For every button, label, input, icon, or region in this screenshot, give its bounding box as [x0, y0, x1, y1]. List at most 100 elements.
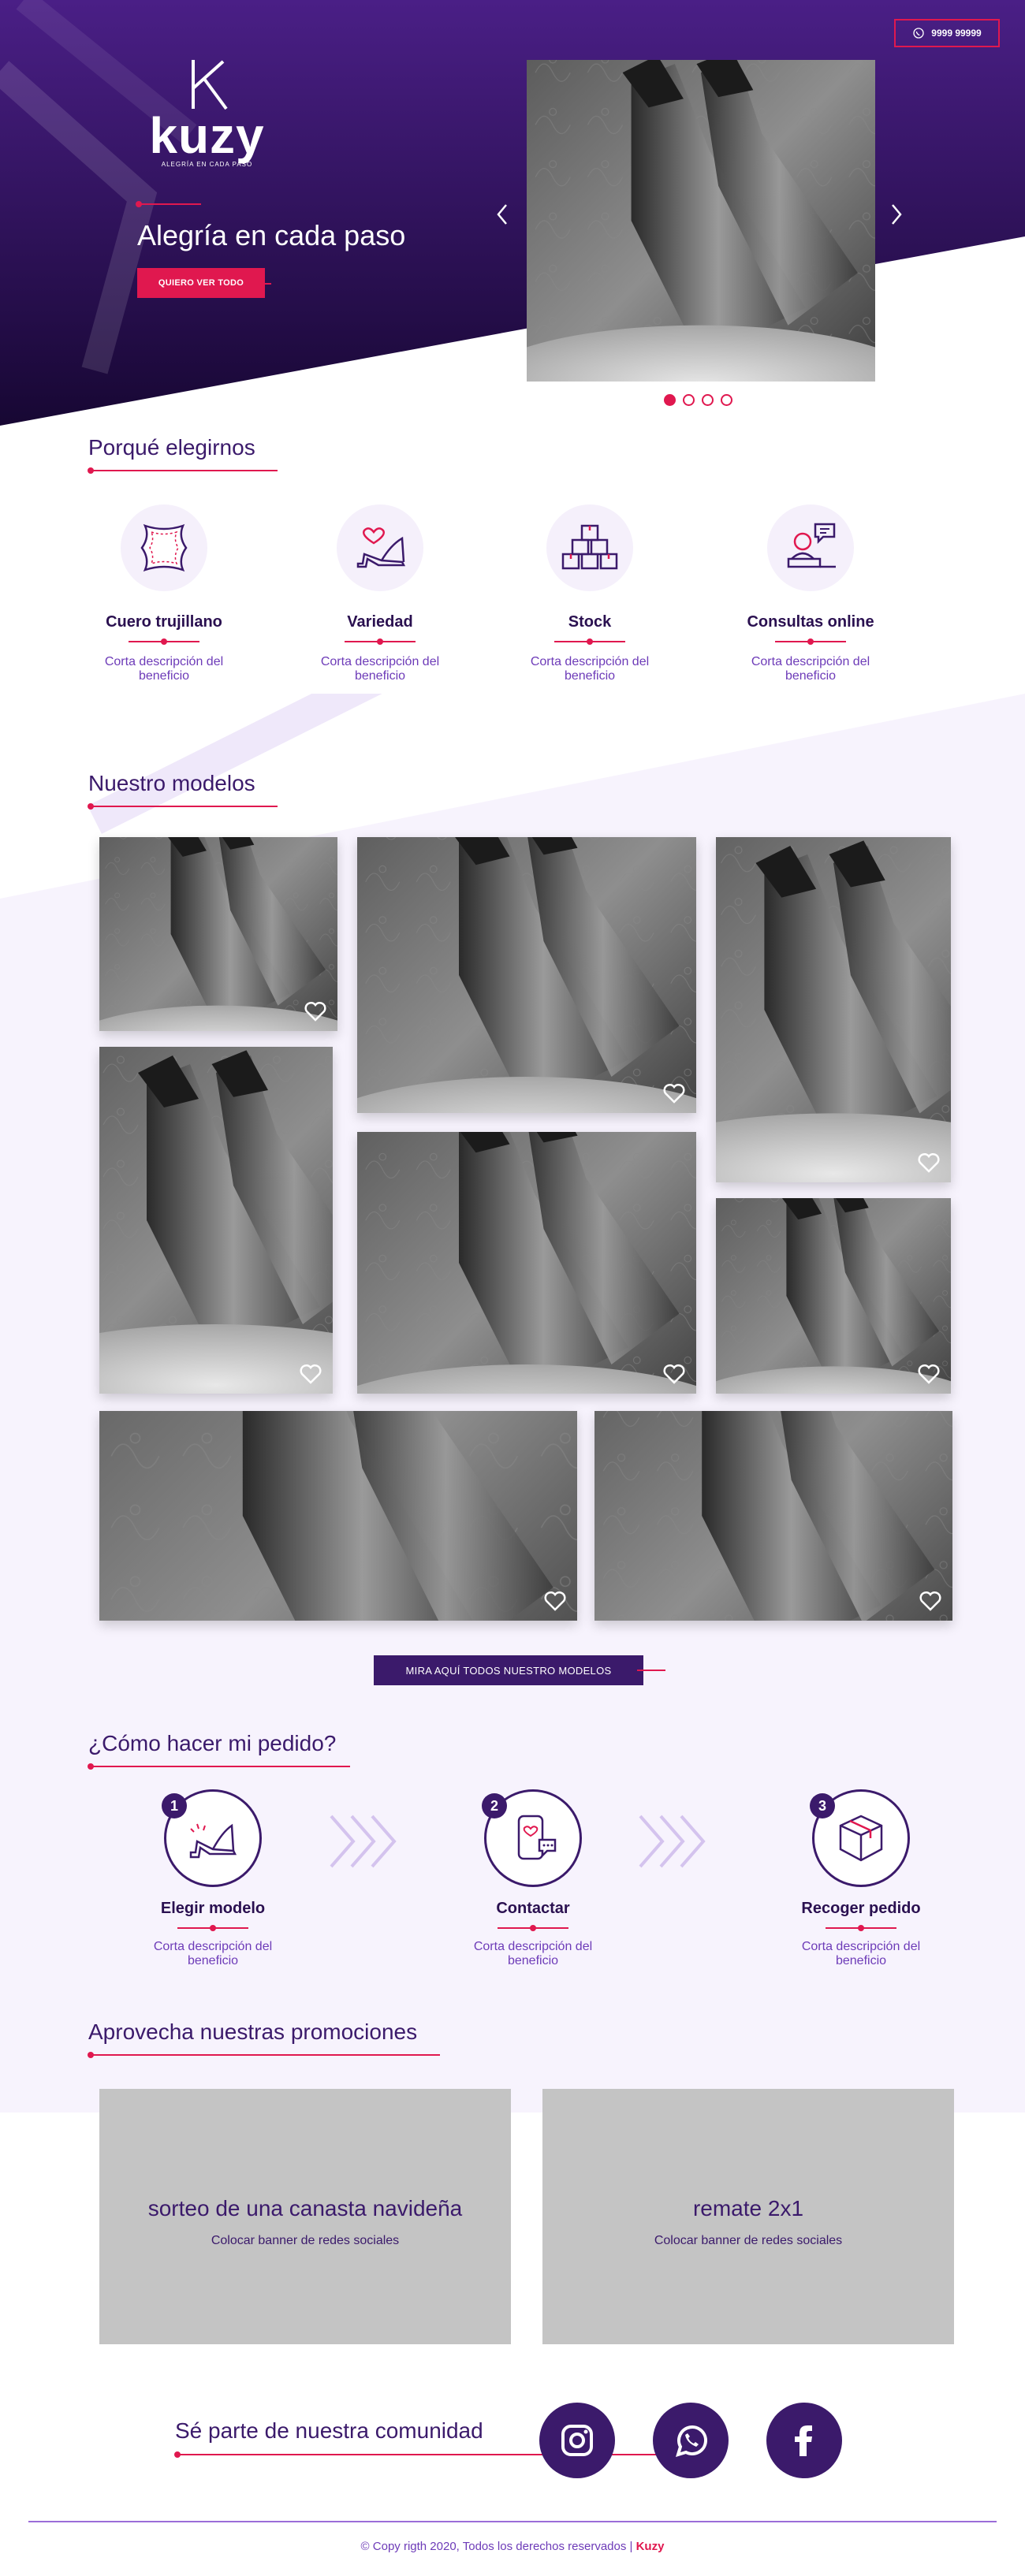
- benefit-stock: Stock Corta descripción del beneficio: [495, 504, 684, 683]
- facebook-icon: [795, 2425, 812, 2456]
- model-photo: [594, 1411, 952, 1621]
- model-photo: [99, 1411, 577, 1621]
- heart-icon[interactable]: [663, 1364, 685, 1384]
- step-divider: [826, 1925, 896, 1931]
- leather-icon: [140, 523, 188, 572]
- benefit-name: Variedad: [347, 613, 413, 631]
- step-number: 3: [810, 1793, 835, 1818]
- copyright-text: © Copy rigth 2020, Todos los derechos re…: [360, 2540, 633, 2553]
- benefit-desc: Corta descripción del beneficio: [530, 655, 650, 683]
- hero-accent-line: [136, 201, 201, 207]
- promos-title-line: [88, 2052, 440, 2058]
- heart-icon[interactable]: [544, 1591, 566, 1611]
- boxes-icon: [561, 524, 618, 570]
- instagram-icon: [561, 2425, 593, 2456]
- step-desc: Corta descripción del beneficio: [153, 1940, 273, 1967]
- model-tile-2[interactable]: [357, 837, 696, 1113]
- heart-icon[interactable]: [918, 1152, 940, 1173]
- step-number: 2: [482, 1793, 507, 1818]
- logo-brand: kuzy: [149, 107, 265, 164]
- brand-logo[interactable]: kuzy ALEGRÍA EN CADA PASO: [138, 57, 276, 168]
- model-tile-6[interactable]: [716, 1198, 951, 1394]
- phone-number: 9999 99999: [931, 28, 982, 39]
- slider-dot-3[interactable]: [702, 394, 714, 406]
- slider-prev-button[interactable]: [494, 202, 512, 227]
- model-tile-5[interactable]: [357, 1132, 696, 1394]
- step-name: Recoger pedido: [801, 1900, 921, 1917]
- slider-dot-2[interactable]: [683, 394, 695, 406]
- chevron-right-icon: [892, 204, 902, 225]
- chevron-left-icon: [497, 204, 507, 225]
- slider-dot-4[interactable]: [721, 394, 732, 406]
- step-divider: [498, 1925, 568, 1931]
- heel-icon: [189, 1823, 237, 1859]
- promo-subtitle: Colocar banner de redes sociales: [654, 2234, 843, 2247]
- benefit-desc: Corta descripción del beneficio: [320, 655, 440, 683]
- hero-title: Alegría en cada paso: [137, 219, 406, 251]
- whatsapp-icon: [913, 28, 924, 39]
- promo-banner-1[interactable]: sorteo de una canasta navideña Colocar b…: [99, 2089, 511, 2344]
- heel-heart-icon: [356, 527, 406, 568]
- promo-banner-2[interactable]: remate 2x1 Colocar banner de redes socia…: [542, 2089, 954, 2344]
- benefit-name: Cuero trujillano: [106, 613, 222, 631]
- steps-title: ¿Cómo hacer mi pedido?: [88, 1731, 337, 1755]
- benefit-divider: [129, 638, 199, 645]
- chevron-arrows-icon: [639, 1815, 706, 1868]
- step-contact: 2 Contactar Corta descripción del benefi…: [438, 1789, 628, 1968]
- benefit-name: Stock: [568, 613, 612, 631]
- model-photo: [716, 837, 951, 1182]
- step-choose-model: 1 Elegir modelo Corta descripción del be…: [118, 1789, 308, 1968]
- slider-next-button[interactable]: [886, 202, 905, 227]
- benefit-divider: [554, 638, 625, 645]
- whatsapp-link[interactable]: [653, 2403, 729, 2478]
- see-all-models-line: [637, 1670, 665, 1671]
- model-tile-4[interactable]: [99, 1047, 333, 1394]
- see-all-button[interactable]: QUIERO VER TODO: [137, 268, 265, 298]
- benefit-divider: [345, 638, 416, 645]
- promo-title: remate 2x1: [692, 2196, 804, 2220]
- slider-dot-1[interactable]: [664, 394, 676, 406]
- heart-icon[interactable]: [304, 1001, 326, 1022]
- hero-cta-line: [254, 283, 271, 285]
- model-tile-8[interactable]: [594, 1411, 952, 1621]
- promo-title: sorteo de una canasta navideña: [147, 2196, 463, 2220]
- step-name: Elegir modelo: [160, 1900, 266, 1917]
- online-support-icon: [787, 523, 836, 568]
- instagram-link[interactable]: [539, 2403, 615, 2478]
- benefit-desc: Corta descripción del beneficio: [104, 655, 224, 683]
- community-title: Sé parte de nuestra comunidad: [175, 2418, 483, 2443]
- footer: © Copy rigth 2020, Todos los derechos re…: [0, 2540, 1025, 2553]
- step-name: Contactar: [496, 1900, 570, 1917]
- benefits-title-line: [88, 467, 278, 474]
- footer-brand-link[interactable]: Kuzy: [636, 2540, 665, 2553]
- models-title: Nuestro modelos: [88, 771, 255, 795]
- footer-divider: [28, 2521, 997, 2522]
- step-divider: [177, 1925, 248, 1931]
- model-photo: [99, 1047, 333, 1394]
- chevron-arrows-icon: [330, 1815, 397, 1868]
- model-photo: [357, 837, 696, 1113]
- model-tile-1[interactable]: [99, 837, 337, 1031]
- heart-icon[interactable]: [919, 1591, 941, 1611]
- heart-icon[interactable]: [300, 1364, 322, 1384]
- step-pickup: 3 Recoger pedido Corta descripción del b…: [766, 1789, 956, 1968]
- package-icon: [839, 1815, 883, 1862]
- step-number: 1: [162, 1793, 187, 1818]
- hero-slide-image: [527, 60, 875, 382]
- heart-icon[interactable]: [918, 1364, 940, 1384]
- phone-contact-button[interactable]: 9999 99999: [894, 19, 1000, 47]
- heart-icon[interactable]: [663, 1083, 685, 1104]
- model-tile-3[interactable]: [716, 837, 951, 1182]
- promo-subtitle: Colocar banner de redes sociales: [211, 2234, 400, 2247]
- facebook-link[interactable]: [766, 2403, 842, 2478]
- benefit-online: Consultas online Corta descripción del b…: [716, 504, 905, 683]
- see-all-models-button[interactable]: MIRA AQUÍ TODOS NUESTRO MODELOS: [374, 1655, 643, 1685]
- benefit-leather: Cuero trujillano Corta descripción del b…: [69, 504, 259, 683]
- model-photo: [99, 837, 337, 1031]
- model-tile-7[interactable]: [99, 1411, 577, 1621]
- phone-chat-icon: [517, 1815, 557, 1860]
- hero-banner: 9999 99999 kuzy ALEGRÍA EN CADA PASO Ale…: [0, 0, 1025, 441]
- promos-title: Aprovecha nuestras promociones: [88, 2019, 418, 2044]
- benefits-title: Porqué elegirnos: [88, 435, 255, 460]
- model-photo: [716, 1198, 951, 1394]
